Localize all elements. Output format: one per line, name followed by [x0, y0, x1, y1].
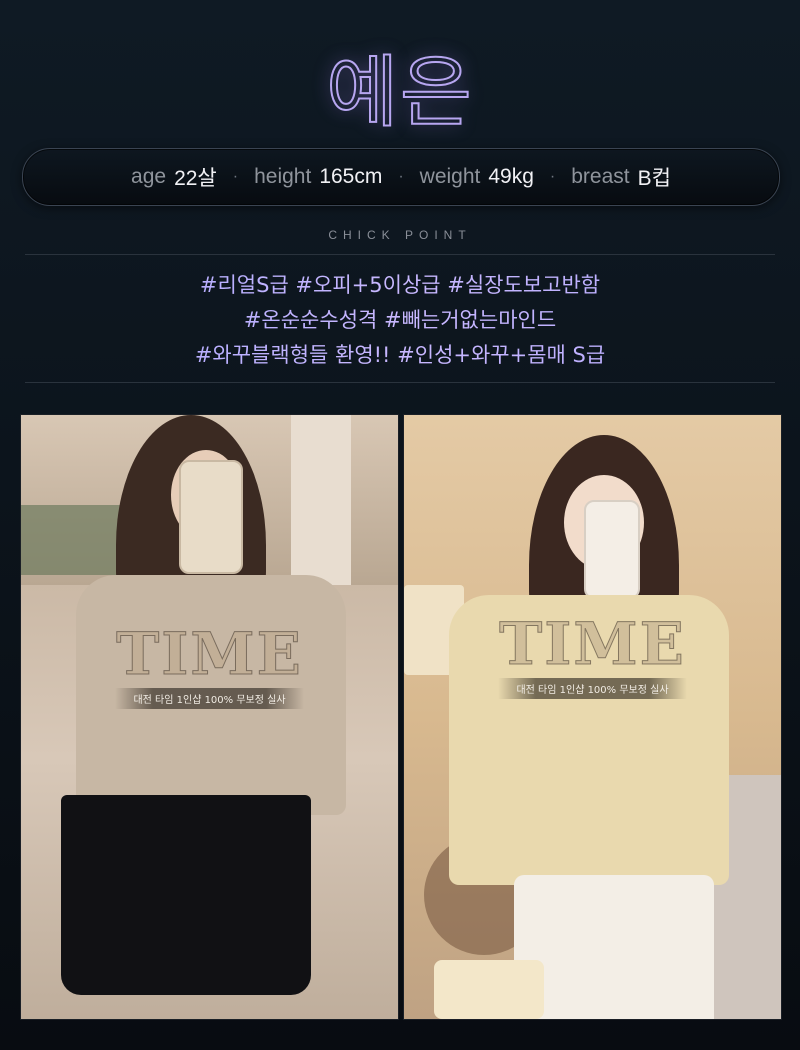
divider	[25, 254, 775, 255]
hashtag-line: #리얼S급 #오피+5이상급 #실장도보고반함	[0, 268, 800, 303]
stat-age-label: age	[131, 165, 167, 188]
watermark: TIME 대전 타임 1인샵 100% 무보정 실사	[21, 620, 398, 709]
watermark-caption: 대전 타임 1인샵 100% 무보정 실사	[115, 688, 304, 709]
stat-separator: ·	[232, 168, 239, 185]
watermark-caption: 대전 타임 1인샵 100% 무보정 실사	[498, 678, 687, 699]
divider	[25, 382, 775, 383]
hashtag-block: #리얼S급 #오피+5이상급 #실장도보고반함 #온순순수성격 #빼는거없는마인…	[0, 268, 800, 373]
profile-photo-1: TIME 대전 타임 1인샵 100% 무보정 실사	[20, 414, 399, 1020]
hashtag-line: #와꾸블랙형들 환영!! #인성+와꾸+몸매 S급	[0, 338, 800, 373]
stats-bar: age 22살 · height 165cm · weight 49kg · b…	[22, 148, 780, 206]
stat-age-value: 22살	[174, 167, 217, 190]
stat-height-label: height	[254, 165, 312, 188]
profile-name: 예은	[325, 47, 474, 139]
section-label: CHICK POINT	[328, 228, 472, 242]
stat-separator: ·	[398, 168, 404, 185]
stat-separator: ·	[549, 168, 556, 185]
stat-breast-label: breast	[571, 165, 630, 188]
profile-photo-2: TIME 대전 타임 1인샵 100% 무보정 실사	[403, 414, 782, 1020]
stat-weight-value: 49kg	[488, 165, 534, 188]
watermark-logo: TIME	[116, 620, 303, 689]
stat-breast-value: B컵	[637, 167, 671, 190]
watermark-logo: TIME	[499, 610, 686, 679]
stat-height-value: 165cm	[319, 165, 383, 188]
watermark: TIME 대전 타임 1인샵 100% 무보정 실사	[404, 610, 781, 699]
stat-weight-label: weight	[419, 165, 481, 188]
hashtag-line: #온순순수성격 #빼는거없는마인드	[0, 303, 800, 338]
